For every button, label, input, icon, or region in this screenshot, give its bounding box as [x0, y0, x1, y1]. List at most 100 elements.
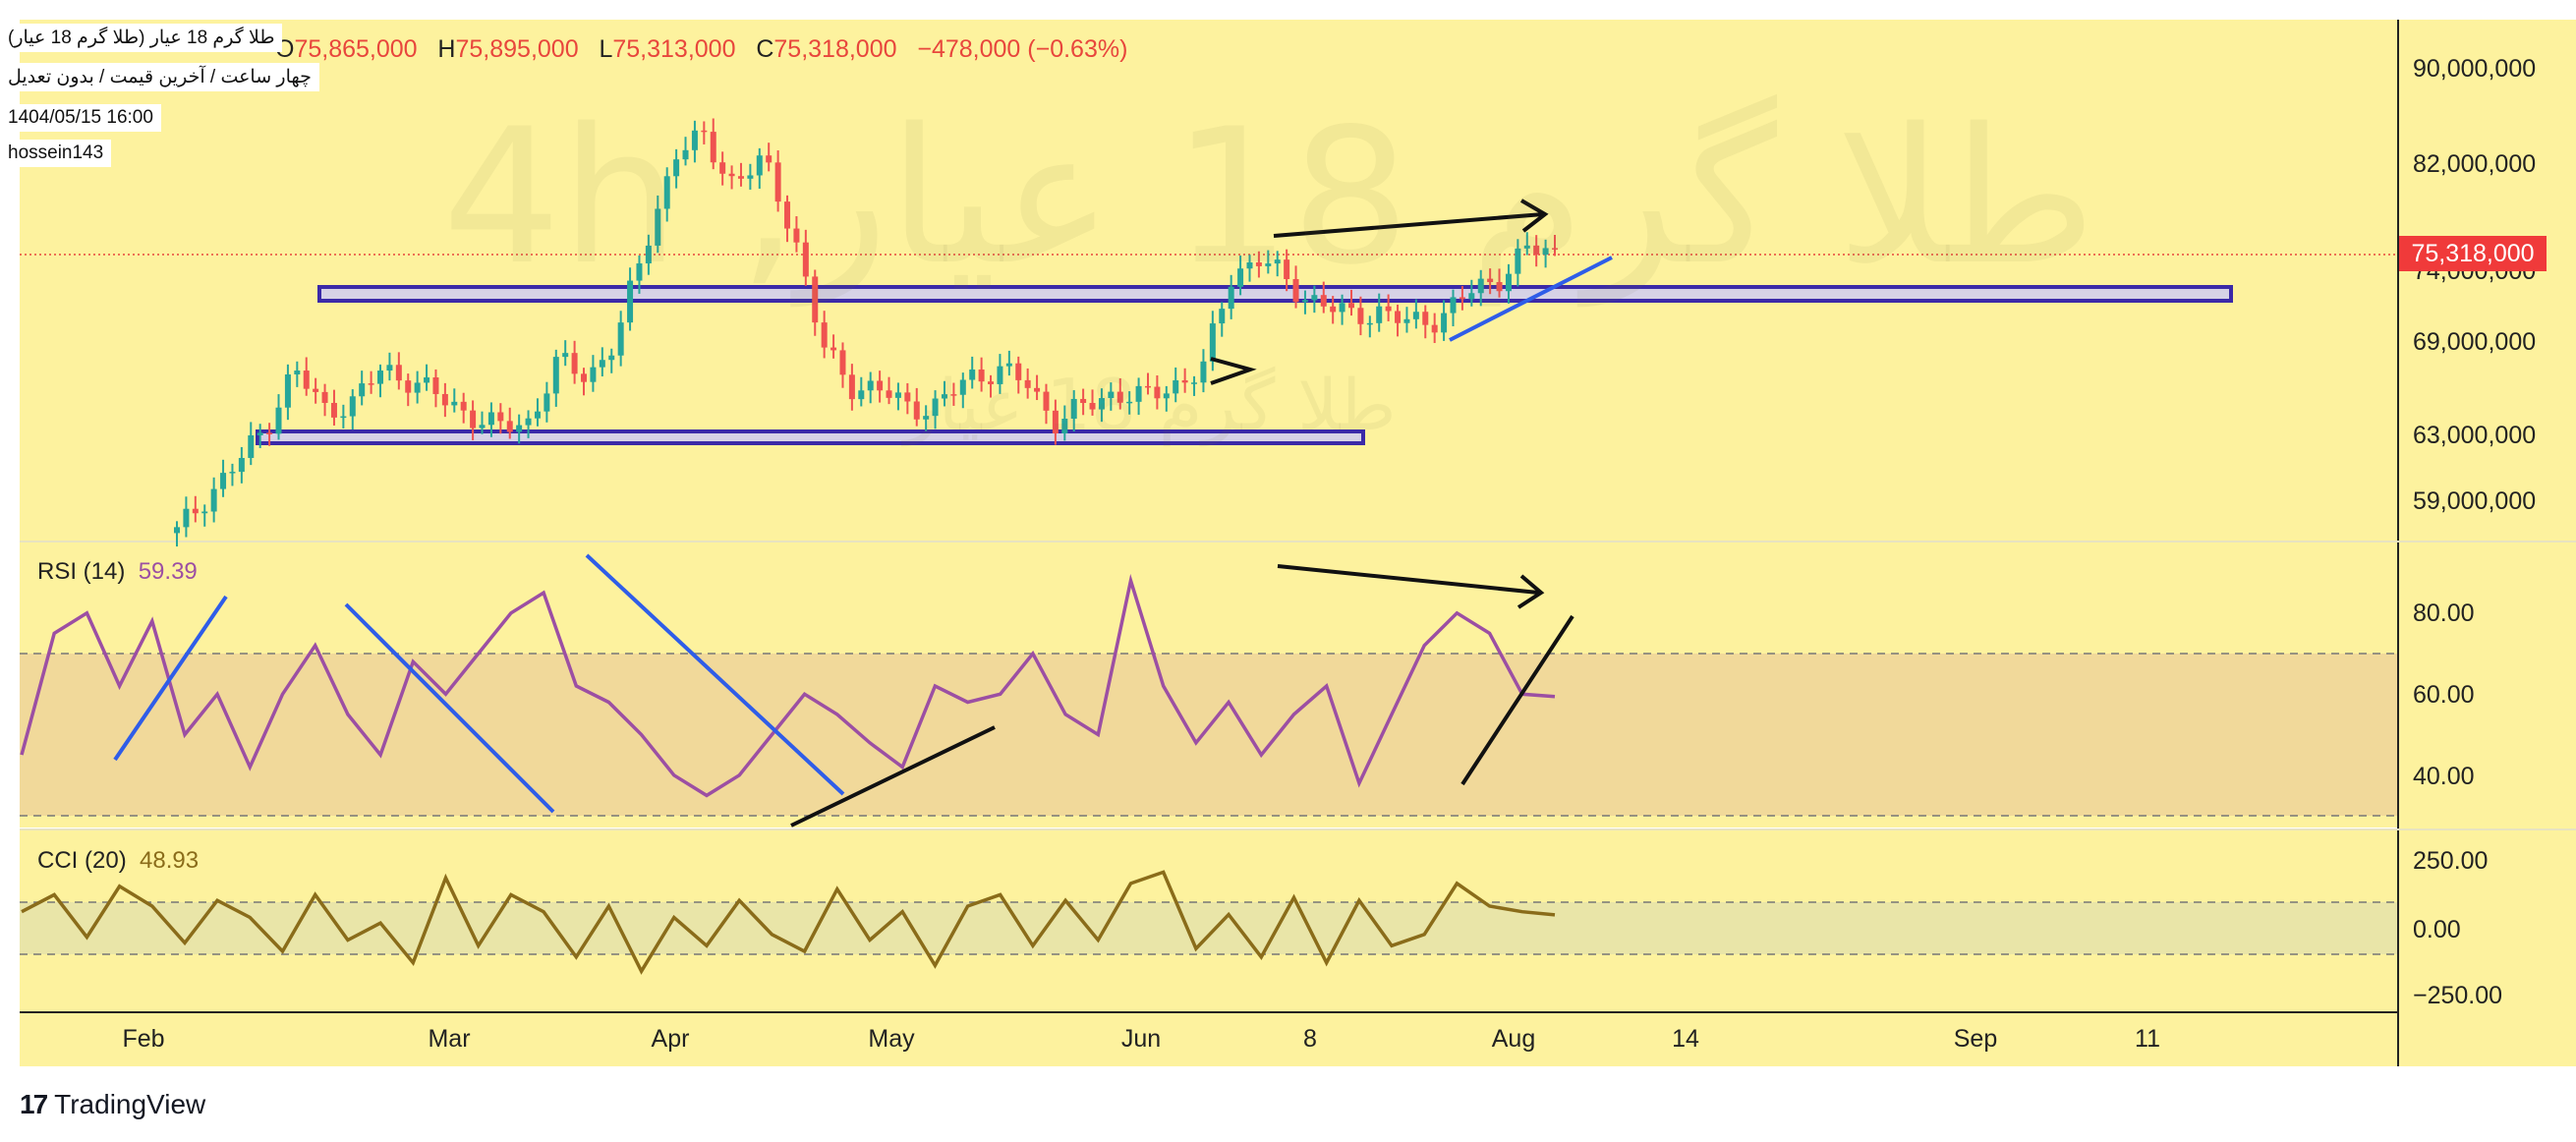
cci-band: [20, 902, 2398, 954]
candle-body: [275, 407, 282, 434]
candle-body: [1395, 311, 1402, 323]
candle-body: [608, 355, 615, 361]
candle-body: [534, 411, 541, 419]
candle-body: [414, 382, 421, 393]
time-tick: 14: [1672, 1025, 1699, 1053]
symbol-datetime: 1404/05/15 16:00: [0, 104, 161, 132]
candle-body: [1412, 312, 1419, 319]
candle-body: [349, 396, 356, 417]
candle-body: [479, 425, 486, 428]
price-tick: 90,000,000: [2413, 55, 2537, 83]
candle-body: [487, 412, 494, 426]
candle-body: [284, 373, 291, 408]
candle-body: [1357, 308, 1364, 324]
ohlc-close: 75,318,000: [773, 35, 897, 63]
candle-body: [848, 374, 855, 400]
candle-body: [1441, 313, 1448, 333]
candle-body: [395, 365, 402, 381]
candle-body: [506, 421, 513, 432]
candle-body: [321, 391, 328, 403]
symbol-subtitle: چهار ساعت / آخرین قیمت / بدون تعدیل: [0, 63, 319, 91]
candle-body: [1376, 306, 1383, 323]
candle-body: [839, 350, 846, 375]
time-tick: Aug: [1491, 1025, 1536, 1053]
candle-body: [368, 383, 374, 385]
tradingview-logo[interactable]: 17 TradingView: [20, 1089, 205, 1120]
candle-body: [201, 511, 208, 514]
candle-body: [451, 401, 458, 406]
candle-body: [294, 371, 301, 374]
rsi-tick: 60.00: [2413, 681, 2475, 709]
candle-body: [313, 388, 319, 392]
candle-body: [886, 390, 892, 398]
candle-body: [858, 390, 865, 400]
candle-body: [552, 357, 559, 394]
rsi-value: 59.39: [138, 558, 198, 585]
brand-name: TradingView: [54, 1089, 206, 1119]
ohlc-low: 75,313,000: [612, 35, 736, 63]
candle-body: [1431, 324, 1438, 333]
candle-body: [441, 393, 448, 406]
watermark-large: طلا گرم 18 عیار, 4h: [442, 88, 2096, 306]
candle-body: [894, 392, 901, 398]
candle-body: [599, 360, 605, 368]
time-tick: 11: [2135, 1025, 2160, 1053]
candle-body: [424, 377, 430, 383]
cci-value: 48.93: [140, 847, 200, 874]
last-price-badge: 75,318,000: [2399, 236, 2547, 271]
cci-label[interactable]: CCI (20) 48.93: [37, 847, 199, 875]
candle-body: [525, 418, 532, 426]
watermark-small: طلا گرم 18 عیار: [904, 364, 1397, 446]
rsi-band: [20, 654, 2398, 816]
time-tick: Apr: [651, 1025, 690, 1053]
candle-body: [248, 434, 255, 458]
price-tick: 82,000,000: [2413, 150, 2537, 178]
candle-body: [1422, 312, 1429, 325]
candle-body: [405, 380, 412, 393]
ohlc-high: 75,895,000: [455, 35, 579, 63]
candle-body: [460, 401, 467, 411]
candle-body: [183, 508, 190, 528]
ohlc-legend: O75,865,000 H75,895,000 L75,313,000 C75,…: [275, 35, 1128, 63]
candle-body: [192, 508, 199, 514]
candle-body: [1209, 323, 1216, 362]
candle-body: [1385, 306, 1392, 312]
candle-body: [544, 393, 550, 412]
ohlc-open: 75,865,000: [294, 35, 418, 63]
price-tick: 63,000,000: [2413, 422, 2537, 449]
candle-body: [867, 380, 874, 391]
candle-body: [830, 347, 837, 351]
symbol-author: hossein143: [0, 140, 112, 167]
cci-tick: −250.00: [2413, 982, 2503, 1009]
candle-body: [377, 371, 384, 384]
rsi-tick: 40.00: [2413, 763, 2475, 790]
time-tick: Mar: [428, 1025, 471, 1053]
candle-body: [340, 416, 347, 419]
candle-body: [266, 432, 273, 434]
candle-body: [617, 322, 624, 356]
time-axis-bg: [20, 1012, 2398, 1066]
candle-body: [470, 410, 477, 428]
cci-tick: 250.00: [2413, 847, 2489, 875]
candle-body: [386, 365, 393, 371]
candle-body: [330, 402, 337, 418]
candle-body: [1330, 306, 1337, 313]
symbol-title[interactable]: طلا گرم 18 عیار (طلا گرم 18 عیار): [0, 24, 283, 52]
candle-body: [571, 353, 578, 374]
candle-body: [877, 380, 884, 391]
cci-tick: 0.00: [2413, 916, 2461, 943]
rsi-tick: 80.00: [2413, 600, 2475, 627]
candle-body: [1403, 318, 1410, 323]
candle-body: [257, 432, 263, 435]
rsi-label[interactable]: RSI (14) 59.39: [37, 558, 198, 586]
candle-body: [1219, 309, 1226, 324]
candle-body: [497, 412, 504, 422]
time-tick: Sep: [1953, 1025, 1998, 1053]
time-tick: May: [868, 1025, 915, 1053]
candle-body: [562, 353, 569, 358]
candle-body: [210, 488, 217, 512]
tradingview-icon: 17: [20, 1089, 48, 1119]
candle-body: [174, 527, 180, 534]
candle-body: [581, 373, 588, 382]
candle-body: [1366, 322, 1373, 325]
